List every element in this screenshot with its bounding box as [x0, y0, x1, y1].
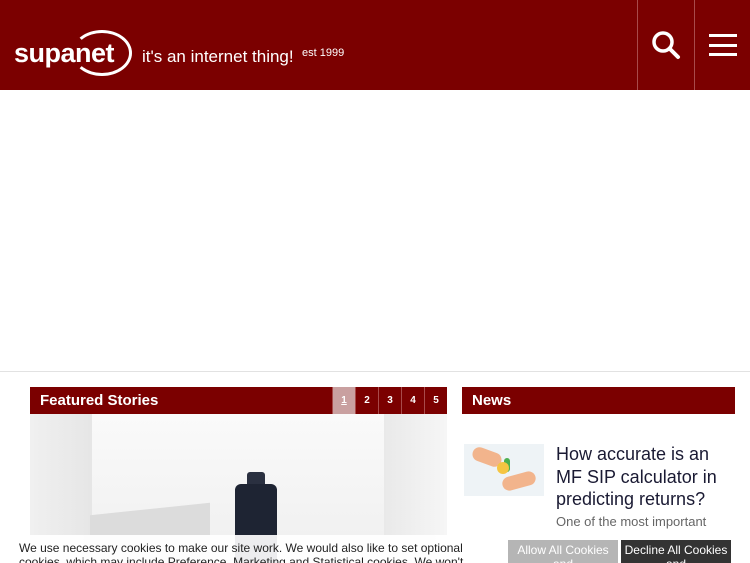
featured-pagination: 1 2 3 4 5: [332, 387, 447, 414]
supanet-logo[interactable]: supanet: [14, 30, 132, 76]
cookie-banner: We use necessary cookies to make our sit…: [0, 535, 750, 563]
hamburger-menu-icon: [708, 34, 737, 56]
decline-all-cookies-button[interactable]: Decline All Cookies and: [621, 540, 731, 563]
news-headline[interactable]: How accurate is an MF SIP calculator in …: [556, 443, 736, 511]
tagline: it's an internet thing!: [142, 47, 294, 66]
news-thumbnail[interactable]: [464, 444, 544, 496]
news-title: News: [472, 392, 512, 409]
allow-all-cookies-button[interactable]: Allow All Cookies and: [508, 540, 618, 563]
news-snippet: One of the most important: [556, 514, 707, 529]
search-button[interactable]: [637, 0, 693, 90]
page-button-1[interactable]: 1: [332, 387, 355, 414]
page-button-2[interactable]: 2: [355, 387, 378, 414]
search-icon: [651, 31, 680, 59]
featured-stories-title: Featured Stories: [40, 392, 159, 409]
page-button-4[interactable]: 4: [401, 387, 424, 414]
established-label: est 1999: [302, 47, 345, 59]
page-button-5[interactable]: 5: [424, 387, 447, 414]
advertisement-area: [0, 90, 750, 370]
section-divider: [0, 371, 750, 372]
featured-stories-header: Featured Stories 1 2 3 4 5: [30, 387, 447, 414]
news-header: News: [462, 387, 735, 414]
site-header: supanet it's an internet thing! est 1999: [0, 0, 750, 90]
menu-button[interactable]: [694, 0, 750, 90]
logo-text: supanet: [14, 38, 115, 68]
page-button-3[interactable]: 3: [378, 387, 401, 414]
cookie-banner-text: We use necessary cookies to make our sit…: [19, 541, 464, 563]
